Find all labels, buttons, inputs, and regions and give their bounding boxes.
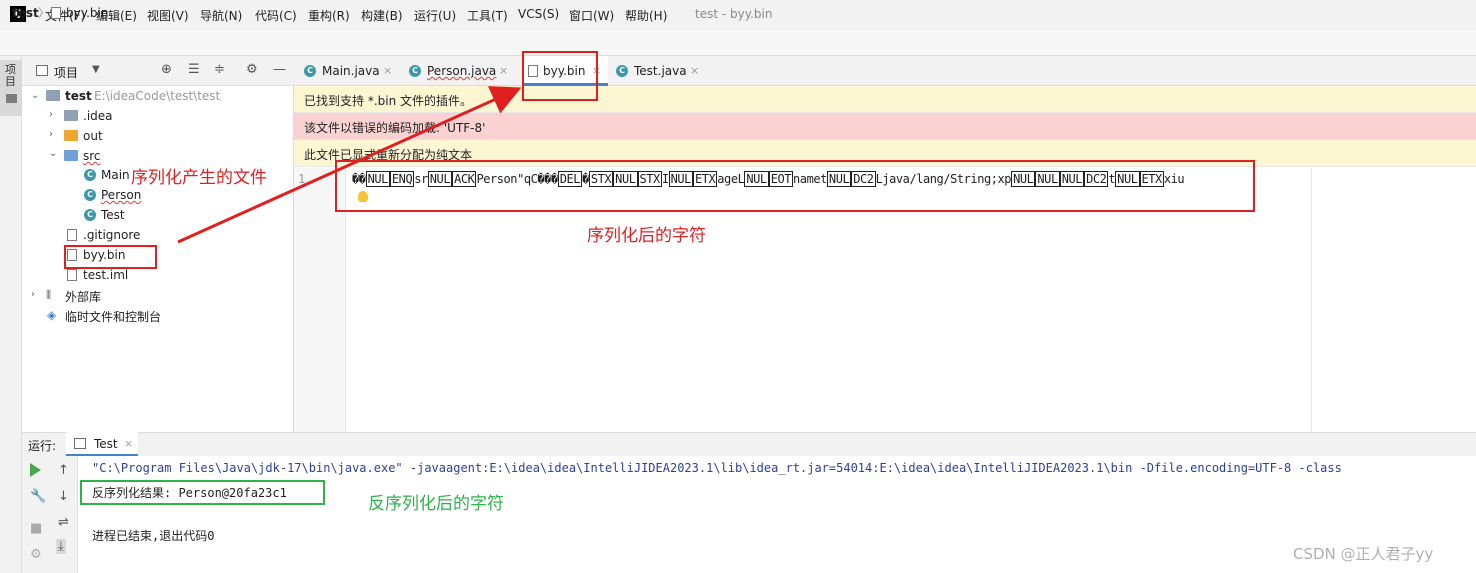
menu-refactor[interactable]: 重构(R) <box>308 7 350 24</box>
gear-icon[interactable]: ⚙ <box>246 62 258 77</box>
close-icon[interactable]: × <box>124 437 133 450</box>
tree-item-idea[interactable]: .idea <box>83 109 113 123</box>
soft-wrap-icon[interactable]: ⇌ <box>58 515 69 530</box>
tree-root-path: E:\ideaCode\test\test <box>94 89 221 103</box>
arrow-down-icon[interactable]: ↓ <box>58 489 69 504</box>
close-icon[interactable]: × <box>499 64 508 77</box>
tree-item-out[interactable]: out <box>83 129 103 143</box>
close-icon[interactable]: × <box>383 64 392 77</box>
breadcrumb-separator: 〉 <box>38 6 51 20</box>
menu-vcs[interactable]: VCS(S) <box>518 7 559 21</box>
gitignore-file-icon <box>67 229 77 241</box>
menu-code[interactable]: 代码(C) <box>255 7 297 24</box>
encoding-notice-bar: 该文件以错误的编码加载: 'UTF-8' <box>294 113 1476 140</box>
tree-item-test[interactable]: Test <box>101 208 125 222</box>
file-icon <box>51 7 61 19</box>
annotation-box-result <box>80 480 325 505</box>
chevron-right-icon[interactable]: › <box>31 289 35 300</box>
java-class-icon: C <box>84 189 96 201</box>
chevron-right-icon[interactable]: › <box>49 129 53 140</box>
menu-view[interactable]: 视图(V) <box>147 7 189 24</box>
tab-person-java-label: Person.java <box>427 64 497 78</box>
breadcrumb-file[interactable]: byy.bin <box>66 6 108 20</box>
project-view-selector[interactable]: 项目 <box>54 64 78 81</box>
line-number: 1 <box>298 172 306 186</box>
tree-item-person[interactable]: Person <box>101 188 141 202</box>
plugin-notice-text: 已找到支持 *.bin 文件的插件。 <box>304 94 473 108</box>
folder-icon <box>6 94 17 103</box>
tab-main-java-label: Main.java <box>322 64 380 78</box>
annotation-box-file <box>64 245 157 269</box>
tree-item-gitignore[interactable]: .gitignore <box>83 228 140 242</box>
tree-item-test-iml[interactable]: test.iml <box>83 268 128 282</box>
right-margin-guide <box>1311 168 1312 432</box>
rerun-icon[interactable] <box>30 463 41 477</box>
console-command-line: "C:\Program Files\Java\jdk-17\bin\java.e… <box>92 461 1342 475</box>
settings-icon[interactable]: ⚙ <box>30 547 42 562</box>
minimize-icon[interactable]: — <box>273 62 286 77</box>
annotation-box-tab <box>522 51 598 101</box>
chevron-right-icon[interactable]: › <box>49 109 53 120</box>
menu-build[interactable]: 构建(B) <box>361 7 403 24</box>
console-exit-line: 进程已结束,退出代码0 <box>92 529 215 543</box>
chevron-down-icon[interactable]: ⌄ <box>31 90 39 101</box>
stop-icon[interactable]: ■ <box>30 521 42 536</box>
menu-window[interactable]: 窗口(W) <box>569 7 614 24</box>
folder-icon <box>64 110 78 121</box>
project-panel <box>22 56 294 432</box>
collapse-all-icon[interactable]: ≑ <box>214 62 225 77</box>
java-class-icon: C <box>304 65 316 77</box>
breadcrumb-project[interactable]: test <box>12 6 39 20</box>
wrench-icon[interactable]: 🔧 <box>30 489 46 504</box>
close-icon[interactable]: × <box>690 64 699 77</box>
source-folder-icon <box>64 150 78 161</box>
folder-icon <box>64 130 78 141</box>
scratches-icon: ◈ <box>47 308 57 322</box>
annotation-serialized-chars: 序列化后的字符 <box>587 226 706 246</box>
project-tool-window-label: 项目 <box>5 63 16 88</box>
java-class-icon: C <box>409 65 421 77</box>
encoding-notice-text: 该文件以错误的编码加载: 'UTF-8' <box>304 121 486 135</box>
tree-item-main[interactable]: Main <box>101 168 130 182</box>
tree-item-scratches[interactable]: 临时文件和控制台 <box>65 308 161 325</box>
java-class-icon: C <box>84 169 96 181</box>
expand-all-icon[interactable]: ☰ <box>188 62 200 77</box>
plugin-notice-bar: 已找到支持 *.bin 文件的插件。 <box>294 86 1476 113</box>
tab-test-java-label: Test.java <box>634 64 687 78</box>
iml-file-icon <box>67 269 77 281</box>
navigation-bar <box>0 30 1476 56</box>
module-folder-icon <box>46 90 60 101</box>
arrow-up-icon[interactable]: ↑ <box>58 463 69 478</box>
annotation-serialized-file: 序列化产生的文件 <box>131 168 267 188</box>
run-config-icon <box>74 438 86 449</box>
window-title: test - byy.bin <box>695 7 773 21</box>
menu-run[interactable]: 运行(U) <box>414 7 456 24</box>
locate-icon[interactable]: ⊕ <box>161 62 172 77</box>
chevron-down-icon[interactable]: ▼ <box>92 64 100 75</box>
chevron-down-icon[interactable]: ⌄ <box>49 148 57 159</box>
run-panel-header <box>22 432 1476 456</box>
left-tool-stripe <box>0 56 22 573</box>
tree-root-name[interactable]: test <box>65 89 92 103</box>
menu-tools[interactable]: 工具(T) <box>467 7 508 24</box>
java-class-icon: C <box>84 209 96 221</box>
scroll-to-end-icon[interactable]: ⤓ <box>56 539 66 554</box>
project-view-icon <box>36 65 48 76</box>
java-class-icon: C <box>616 65 628 77</box>
annotation-box-code <box>335 160 1255 212</box>
tree-item-external-libraries[interactable]: 外部库 <box>65 288 101 305</box>
menu-navigate[interactable]: 导航(N) <box>200 7 242 24</box>
tree-item-src[interactable]: src <box>83 149 101 163</box>
watermark: CSDN @正人君子yy <box>1293 545 1434 563</box>
library-icon: ⫴ <box>46 288 52 302</box>
menu-help[interactable]: 帮助(H) <box>625 7 667 24</box>
run-panel-label: 运行: <box>28 439 57 453</box>
annotation-deserialized-chars: 反序列化后的字符 <box>368 494 504 514</box>
run-tab-label: Test <box>94 437 118 451</box>
